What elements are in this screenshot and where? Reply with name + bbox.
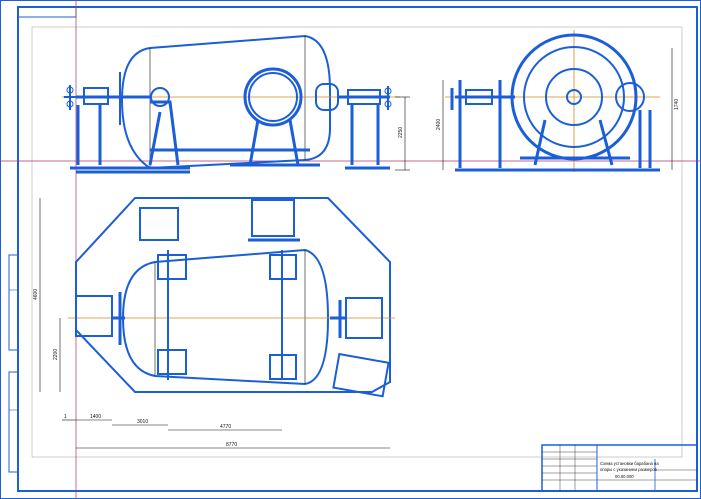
side-view: 2400 1740 xyxy=(436,30,680,172)
plan-dim-3: 3010 xyxy=(137,419,148,425)
plan-dim-2: 1400 xyxy=(90,414,101,420)
plan-view: 4600 2200 1 1400 3010 4770 8770 xyxy=(33,197,395,449)
assembly-drawing: 2250 2400 1740 4600 2200 1 1400 3010 477… xyxy=(0,0,701,499)
plan-total-height: 4600 xyxy=(33,289,39,300)
front-view: 2250 xyxy=(62,34,410,174)
side-right-dimension: 1740 xyxy=(674,99,680,110)
side-left-dimension: 2400 xyxy=(436,119,442,130)
title-block: Схема установки барабана на опоры с указ… xyxy=(541,444,698,492)
title-line-2: опоры с указанием размеров xyxy=(600,467,658,472)
plan-dim-1: 1 xyxy=(64,414,67,420)
sheet-frame xyxy=(0,0,701,499)
plan-left-offset: 2200 xyxy=(53,349,59,360)
title-line-1: Схема установки барабана на xyxy=(600,461,659,466)
doc-code: 00.00.000 xyxy=(615,474,634,479)
crosshair-lines xyxy=(0,0,701,499)
front-height-dimension: 2250 xyxy=(398,127,404,138)
plan-total-width: 8770 xyxy=(226,442,237,448)
plan-dim-4: 4770 xyxy=(220,424,231,430)
